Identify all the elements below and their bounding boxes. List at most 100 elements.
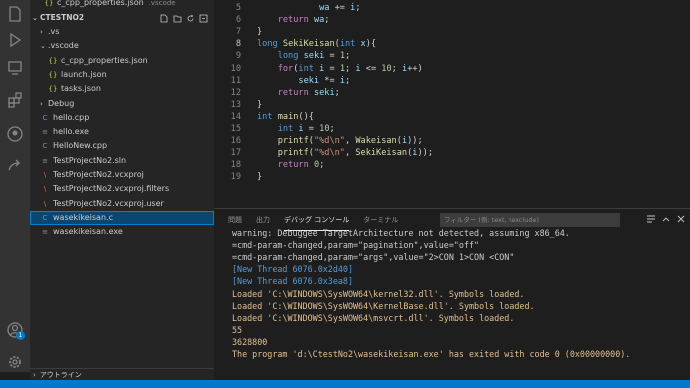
tree-item-label: c_cpp_properties.json	[57, 0, 144, 7]
code-token: +=	[329, 3, 351, 13]
code-text: for(int i = 1; i <= 10; i++)	[257, 63, 423, 75]
code-text: return wa;	[257, 14, 330, 26]
code-token: "%d\n"	[313, 136, 345, 147]
live-share-icon[interactable]	[5, 156, 25, 176]
code-line: 7}	[214, 26, 690, 38]
line-number: 12	[230, 87, 241, 98]
remote-explorer-icon[interactable]	[5, 58, 25, 78]
xml-file-icon: \	[43, 199, 47, 208]
new-file-icon[interactable]	[160, 14, 169, 23]
code-token: =	[324, 51, 340, 62]
tree-item[interactable]: \ TestProjectNo2.vcxproj.filters	[30, 182, 214, 196]
tree-item-label: TestProjectNo2.vcxproj	[53, 170, 144, 179]
tree-item[interactable]: Chello.cpp	[30, 111, 214, 125]
chevron-right-icon: ›	[33, 371, 36, 379]
code-token: return	[277, 160, 309, 171]
files-icon[interactable]	[5, 4, 25, 24]
run-debug-icon[interactable]	[5, 30, 25, 50]
code-token: ;	[345, 51, 351, 62]
xml-file-icon: \	[43, 171, 47, 179]
console-filter-input[interactable]: フィルター (例: text, !exclude)	[440, 213, 620, 227]
code-token: seki	[298, 75, 320, 86]
tree-item-hint: .vscode	[148, 0, 176, 7]
tree-item[interactable]: Cwasekikeisan.c	[30, 210, 214, 225]
code-line: 16 printf("%d\n", Wakeisan(i));	[214, 135, 690, 147]
tree-item[interactable]: {} launch.json	[30, 68, 214, 82]
code-token: ;	[345, 75, 351, 86]
workspace-header[interactable]: ⌄ CTESTNO2	[30, 11, 214, 25]
tree-item[interactable]: ≡ TestProjectNo2.sln	[30, 154, 214, 168]
code-token: ));	[417, 148, 433, 159]
clear-console-icon[interactable]	[646, 214, 656, 224]
code-text: seki *= i;	[257, 75, 350, 87]
code-token: seki	[303, 51, 325, 62]
code-line: 18 return 0;	[214, 159, 690, 171]
console-line: Loaded 'C:\WINDOWS\SysWOW64\msvcrt.dll'.…	[232, 312, 515, 323]
github-icon[interactable]	[5, 124, 25, 144]
console-line: 3628800	[232, 336, 268, 347]
code-token: ;	[329, 124, 335, 134]
console-line: The program 'd:\CtestNo2\wasekikeisan.ex…	[232, 349, 631, 359]
json-file-icon: {}	[48, 70, 58, 79]
tree-item[interactable]: ≡ hello.exe	[30, 125, 214, 139]
tree-item[interactable]: {} c_cpp_properties.json	[30, 54, 214, 68]
bottom-panel: 問題 出力 デバッグ コンソール ターミナル フィルター (例: text, !exc…	[214, 208, 690, 372]
new-folder-icon[interactable]	[173, 14, 182, 23]
tree-item-label: wasekikeisan.exe	[53, 227, 123, 237]
code-token: 10	[319, 124, 330, 134]
c-file-icon: C	[42, 213, 48, 222]
line-number: 19	[230, 172, 241, 183]
json-file-icon: {}	[44, 0, 54, 7]
code-line: 17 printf("%d\n", SekiKeisan(i));	[214, 147, 690, 159]
tree-item-label: TestProjectNo2.sln	[53, 155, 127, 165]
tree-item[interactable]: C HelloNew.cpp	[30, 139, 214, 153]
collapse-all-icon[interactable]	[199, 14, 208, 23]
refresh-icon[interactable]	[186, 14, 195, 23]
code-token: *=	[319, 75, 340, 86]
console-line: Loaded 'C:\WINDOWS\SysWOW64\KernelBase.d…	[232, 300, 535, 311]
outline-title: アウトライン	[39, 371, 82, 379]
code-token: }	[257, 27, 263, 38]
tree-item[interactable]: ≡ wasekikeisan.exe	[30, 225, 214, 239]
code-token: main	[277, 111, 299, 122]
code-token: int	[339, 39, 356, 50]
activity-bar: 1	[0, 0, 30, 372]
tree-item[interactable]: › Debug	[30, 97, 214, 111]
console-line: [New Thread 6076.0x2d40]	[232, 264, 354, 275]
code-token: long	[257, 39, 278, 50]
code-token: }	[257, 172, 263, 183]
close-icon[interactable]	[676, 214, 686, 224]
code-token: int	[257, 111, 273, 122]
tree-item[interactable]: \ TestProjectNo2.vcxproj.user	[30, 197, 214, 211]
code-token: ,	[344, 136, 356, 147]
tree-item[interactable]: ⌄ .vscode	[30, 39, 214, 53]
chevron-up-icon[interactable]	[661, 214, 671, 224]
code-text: int main(){	[257, 111, 314, 123]
code-text: printf("%d\n", SekiKeisan(i));	[257, 147, 433, 159]
code-line: 15 int i = 10;	[214, 123, 690, 135]
tree-item[interactable]: › .vs	[30, 25, 214, 39]
tree-item-partial[interactable]: {} c_cpp_properties.json .vscode	[30, 0, 214, 10]
code-token: ));	[407, 136, 423, 147]
code-text: }	[257, 26, 262, 38]
tree-item-label: Debug	[48, 98, 75, 108]
sln-file-icon: ≡	[42, 156, 48, 165]
tree-item[interactable]: {} tasks.json	[30, 82, 214, 96]
extensions-icon[interactable]	[5, 90, 25, 110]
gear-icon[interactable]	[5, 352, 25, 372]
line-number: 9	[235, 51, 241, 62]
workspace-title: CTESTNO2	[40, 13, 85, 22]
account-icon[interactable]: 1	[5, 320, 25, 340]
code-line: 13}	[214, 99, 690, 111]
code-text: int i = 10;	[257, 123, 335, 135]
tree-item-label: c_cpp_properties.json	[61, 55, 148, 65]
code-line: 12 return seki;	[214, 87, 690, 99]
outline-section[interactable]: › アウトライン	[30, 368, 214, 380]
line-number: 18	[230, 160, 241, 171]
tree-item-label: HelloNew.cpp	[53, 141, 108, 151]
tree-item[interactable]: \ TestProjectNo2.vcxproj	[30, 168, 214, 182]
code-editor[interactable]: 5 wa += i; 6 return wa; 7} 8 long SekiKeisan…	[214, 0, 690, 208]
code-text: return 0;	[257, 159, 325, 171]
